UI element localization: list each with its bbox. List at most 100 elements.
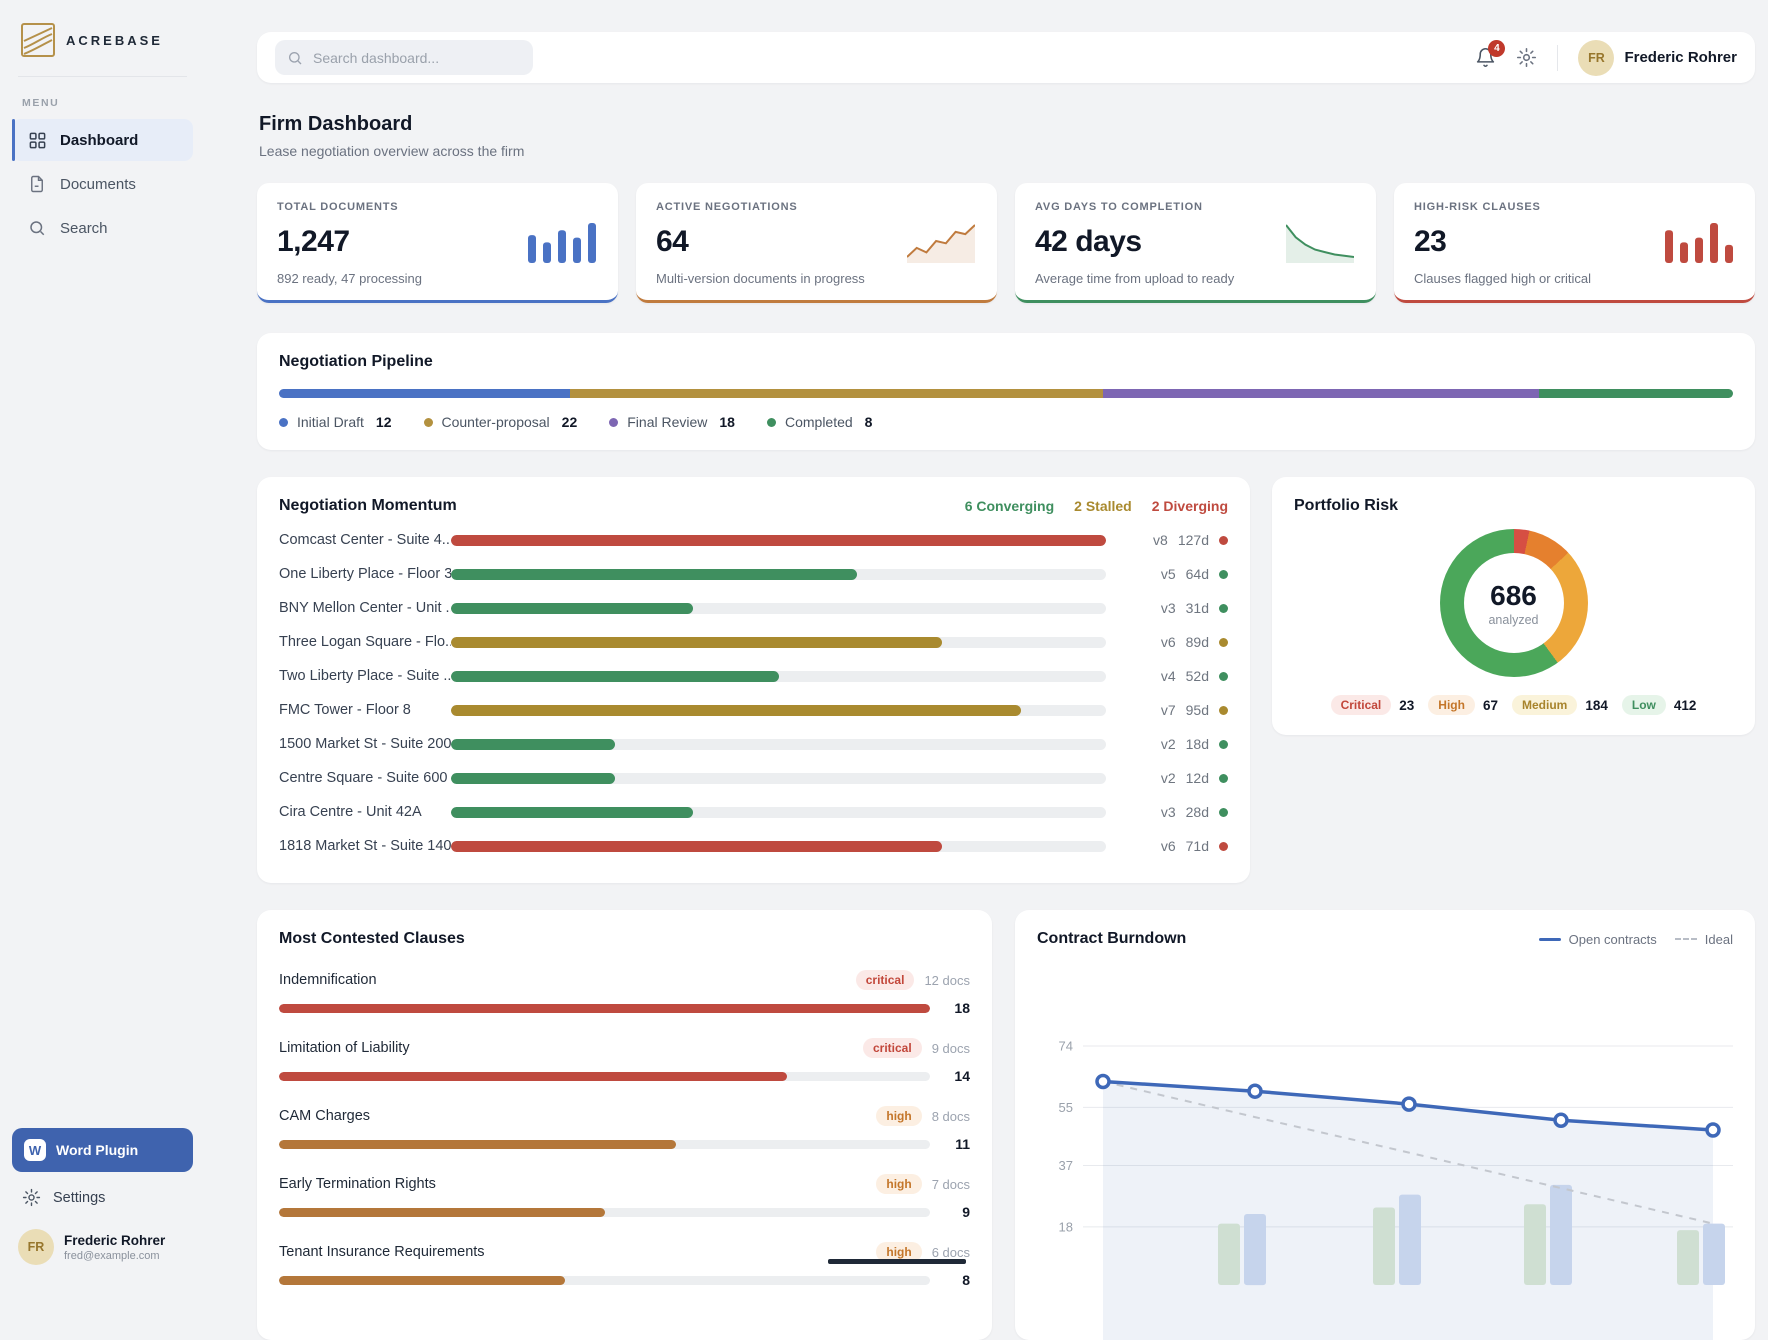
- converging-count: 6 Converging: [965, 498, 1054, 514]
- status-dot: [1219, 842, 1228, 851]
- stat-card-active-negotiations: ACTIVE NEGOTIATIONS 64 Multi-version doc…: [636, 183, 997, 303]
- momentum-row[interactable]: 1818 Market St - Suite 1400v671d: [279, 829, 1228, 863]
- active-indicator-bar: [12, 119, 15, 161]
- severity-badge: high: [876, 1106, 921, 1126]
- clause-row[interactable]: CAM Charges high8 docs 11: [279, 1106, 970, 1152]
- user-name: Frederic Rohrer: [1624, 49, 1737, 66]
- clause-name: Tenant Insurance Requirements: [279, 1244, 485, 1260]
- clause-count: 8: [944, 1272, 970, 1288]
- stage-label: Final Review: [627, 414, 707, 430]
- sidebar-item-dashboard[interactable]: Dashboard: [12, 119, 193, 161]
- card-title: Negotiation Pipeline: [279, 353, 1733, 371]
- momentum-bar-track: [451, 705, 1106, 716]
- page-subtitle: Lease negotiation overview across the fi…: [259, 143, 1755, 159]
- severity-badge: critical: [863, 1038, 922, 1058]
- sparkline-bar-chart: [1665, 221, 1735, 263]
- momentum-row-list: Comcast Center - Suite 4... v8 127d One Li…: [279, 523, 1228, 863]
- svg-text:74: 74: [1059, 1039, 1073, 1054]
- stage-label: Initial Draft: [297, 414, 364, 430]
- momentum-row[interactable]: FMC Tower - Floor 8v795d: [279, 693, 1228, 727]
- stat-subtext: Average time from upload to ready: [1035, 271, 1356, 286]
- search-box[interactable]: [275, 40, 533, 75]
- sidebar-item-search[interactable]: Search: [12, 207, 193, 249]
- clause-row[interactable]: Limitation of Liability critical9 docs 1…: [279, 1038, 970, 1084]
- page-header: Firm Dashboard Lease negotiation overvie…: [259, 113, 1755, 159]
- word-plugin-label: Word Plugin: [56, 1142, 138, 1158]
- clause-row[interactable]: Early Termination Rights high7 docs 9: [279, 1174, 970, 1220]
- clipped-element-edge: [828, 1259, 966, 1264]
- days-label: 52d: [1186, 668, 1209, 684]
- momentum-bar-track: [451, 773, 1106, 784]
- burndown-legend: Open contracts Ideal: [1539, 932, 1733, 947]
- property-name: One Liberty Place - Floor 38: [279, 566, 451, 582]
- card-title: Most Contested Clauses: [279, 930, 970, 948]
- momentum-row[interactable]: Comcast Center - Suite 4... v8 127d: [279, 523, 1228, 557]
- high-value: 67: [1483, 698, 1498, 713]
- search-input[interactable]: [311, 49, 521, 67]
- svg-text:55: 55: [1059, 1100, 1073, 1115]
- indicator-bar-placeholder: [12, 163, 15, 205]
- clause-bar-fill: [279, 1208, 605, 1217]
- vertical-divider: [1557, 45, 1558, 71]
- acrebase-logo-icon: [20, 22, 56, 58]
- donut-center: 686 analyzed: [1464, 553, 1564, 653]
- stat-label: AVG DAYS TO COMPLETION: [1035, 201, 1356, 213]
- sidebar-item-settings[interactable]: Settings: [12, 1172, 193, 1217]
- analyzed-label: analyzed: [1488, 613, 1538, 627]
- clause-bar-track: [279, 1140, 930, 1149]
- status-dot: [1219, 536, 1228, 545]
- card-title: Negotiation Momentum: [279, 497, 457, 515]
- word-plugin-button[interactable]: W Word Plugin: [12, 1128, 193, 1172]
- momentum-bar-fill: [451, 773, 615, 784]
- analyzed-total: 686: [1490, 580, 1537, 612]
- card-title: Contract Burndown: [1037, 930, 1186, 948]
- sidebar-user-profile[interactable]: FR Frederic Rohrer fred@example.com: [12, 1217, 193, 1267]
- momentum-row[interactable]: 1500 Market St - Suite 200v218d: [279, 727, 1228, 761]
- stat-subtext: Multi-version documents in progress: [656, 271, 977, 286]
- version-label: v8: [1153, 532, 1168, 548]
- property-name: Two Liberty Place - Suite ...: [279, 668, 451, 684]
- clause-name: Indemnification: [279, 972, 377, 988]
- clause-bar-track: [279, 1208, 930, 1217]
- property-name: Comcast Center - Suite 4...: [279, 532, 451, 548]
- stat-value: 64: [656, 225, 688, 259]
- clause-name: Limitation of Liability: [279, 1040, 410, 1056]
- property-name: Cira Centre - Unit 42A: [279, 804, 451, 820]
- sidebar: ACREBASE MENU Dashboard Documents: [0, 0, 205, 1283]
- momentum-row[interactable]: Three Logan Square - Flo...v689d: [279, 625, 1228, 659]
- docs-count: 12 docs: [924, 973, 970, 988]
- days-label: 127d: [1178, 532, 1209, 548]
- version-label: v2: [1161, 736, 1176, 752]
- stat-cards-row: TOTAL DOCUMENTS 1,247 892 ready, 47 proc…: [257, 183, 1755, 303]
- version-label: v6: [1161, 634, 1176, 650]
- clause-count: 18: [944, 1000, 970, 1016]
- status-dot: [1219, 570, 1228, 579]
- avatar: FR: [1578, 40, 1614, 76]
- stat-value: 23: [1414, 225, 1446, 259]
- clause-bar-fill: [279, 1276, 565, 1285]
- notifications-button[interactable]: 4: [1475, 47, 1496, 68]
- momentum-row[interactable]: Centre Square - Suite 600v212d: [279, 761, 1228, 795]
- sidebar-item-documents[interactable]: Documents: [12, 163, 193, 205]
- version-label: v3: [1161, 600, 1176, 616]
- clause-row[interactable]: Indemnification critical12 docs 18: [279, 970, 970, 1016]
- momentum-bar-fill: [451, 705, 1021, 716]
- medium-value: 184: [1585, 698, 1608, 713]
- medium-pill: Medium: [1512, 695, 1577, 715]
- settings-gear-button[interactable]: [1516, 47, 1537, 68]
- momentum-bar-track: [451, 671, 1106, 682]
- clause-row[interactable]: Tenant Insurance Requirements high6 docs…: [279, 1242, 970, 1288]
- momentum-row[interactable]: Two Liberty Place - Suite ...v452d: [279, 659, 1228, 693]
- stat-label: HIGH-RISK CLAUSES: [1414, 201, 1735, 213]
- pipeline-legend-item: Initial Draft12: [279, 414, 392, 430]
- stalled-count: 2 Stalled: [1074, 498, 1132, 514]
- critical-value: 23: [1399, 698, 1414, 713]
- clause-count: 11: [944, 1136, 970, 1152]
- risk-legend-item: Medium 184: [1512, 695, 1608, 715]
- document-icon: [28, 174, 48, 194]
- user-menu[interactable]: FR Frederic Rohrer: [1578, 40, 1737, 76]
- sparkline-bar-chart: [528, 221, 598, 263]
- momentum-row[interactable]: Cira Centre - Unit 42Av328d: [279, 795, 1228, 829]
- momentum-row[interactable]: One Liberty Place - Floor 38v564d: [279, 557, 1228, 591]
- momentum-row[interactable]: BNY Mellon Center - Unit ...v331d: [279, 591, 1228, 625]
